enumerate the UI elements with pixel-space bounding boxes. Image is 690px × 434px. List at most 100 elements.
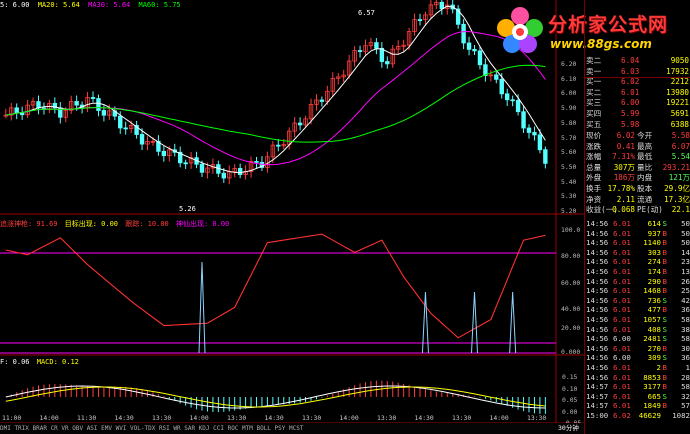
tick-row[interactable]: 14:56 6.01 8853 B 28 — [585, 373, 690, 382]
tick-price: 6.01 — [613, 372, 631, 382]
tick-time: 14:56 — [586, 315, 609, 324]
ind1-tick-label: 60.00 — [561, 279, 581, 287]
stat-label: 净资 — [586, 194, 602, 204]
tick-count: 30 — [681, 343, 690, 353]
candle-down — [74, 101, 79, 106]
order-book-row: 买二 6.01 13980 — [585, 88, 690, 99]
tick-direction: B — [662, 372, 667, 382]
tick-row[interactable]: 14:56 6.01 270 B 30 — [585, 344, 690, 353]
candle-down — [139, 134, 145, 145]
tick-price: 6.01 — [613, 286, 631, 296]
candle-down — [510, 99, 515, 102]
tick-row[interactable]: 14:56 6.01 2 B 1 — [585, 363, 690, 372]
order-level-label: 买三 — [586, 98, 602, 108]
tick-count: 36 — [681, 353, 690, 363]
ma60-line — [5, 64, 546, 143]
tick-direction: B — [662, 363, 667, 372]
kline-chart[interactable] — [0, 0, 584, 434]
candle-down — [183, 162, 188, 165]
tick-row[interactable]: 14:56 6.01 1468 B 25 — [585, 286, 690, 295]
order-book-row: 卖一 6.03 17932 — [585, 67, 690, 78]
tick-volume: 309 — [647, 353, 661, 363]
tick-row[interactable]: 14:56 6.01 477 B 36 — [585, 305, 690, 314]
low-annotation: 5.26 — [179, 205, 196, 213]
candle-down — [161, 150, 167, 157]
quote-panel: 卖二 6.04 9050 卖一 6.03 17932 买一 6.02 2212 买二 6.01 139… — [584, 0, 690, 434]
ma-header: 5: 6.00 MA20: 5.64 MA30: 5.64 MA60: 5.75 — [0, 1, 181, 9]
order-level-label: 买二 — [586, 87, 602, 97]
ind1-signal-spike — [421, 291, 429, 354]
stat-row: 总量 307万 量比 293.21 — [585, 163, 690, 174]
tick-volume: 665 — [647, 391, 661, 401]
price-tick-label: 6.20 — [561, 60, 577, 68]
tick-row[interactable]: 14:56 6.00 2481 S 58 — [585, 334, 690, 343]
stat-value: 0.068 — [612, 205, 635, 215]
tick-time: 14:56 — [586, 343, 609, 353]
indicator-tabs[interactable]: DMI TRIX BRAR CR VR OBV ASI EMV WVI VOL-… — [0, 425, 303, 432]
tick-volume: 2 — [656, 363, 661, 372]
stat-value: 7.31% — [612, 152, 635, 162]
ind1-tick-label: 100.0 — [561, 226, 581, 234]
macd-dea-line — [5, 386, 546, 408]
stat-row: 现价 6.02 今开 5.58 — [585, 131, 690, 142]
tick-volume: 2481 — [643, 334, 661, 344]
order-price: 6.04 — [621, 56, 640, 65]
tick-row[interactable]: 14:57 6.01 3177 B 58 — [585, 382, 690, 391]
tick-row[interactable]: 14:57 6.01 665 S 32 — [585, 392, 690, 401]
order-price: 6.03 — [621, 66, 640, 76]
tick-price: 6.01 — [613, 305, 631, 315]
tick-row[interactable]: 14:56 6.01 614 S 50 — [585, 219, 690, 228]
tick-row[interactable]: 14:56 6.01 1140 B 50 — [585, 238, 690, 247]
ind2-label-1: F: 0.06 — [0, 358, 30, 366]
tick-row[interactable]: 14:56 6.01 303 B 14 — [585, 248, 690, 257]
tick-count: 50 — [681, 238, 690, 248]
ind2-tick-label: 0.00 — [562, 407, 578, 416]
tick-price: 6.01 — [613, 363, 631, 372]
order-level-label: 买五 — [586, 119, 602, 129]
stat-label: 换手 — [586, 184, 602, 193]
ind1-signal-spike — [509, 291, 517, 354]
indicator-tabs-bar[interactable]: DMI TRIX BRAR CR VR OBV ASI EMV WVI VOL-… — [0, 423, 584, 434]
order-volume: 2212 — [670, 77, 689, 87]
tick-row[interactable]: 14:56 6.00 309 S 36 — [585, 353, 690, 362]
order-volume: 13980 — [666, 87, 689, 97]
tick-row[interactable]: 14:56 6.01 736 S 42 — [585, 296, 690, 305]
stat-value: 29.9亿 — [664, 184, 690, 193]
book-divider — [585, 77, 690, 78]
tick-row[interactable]: 15:00 6.02 46629 1082 — [585, 411, 690, 420]
tick-time: 14:56 — [586, 286, 609, 296]
tick-row[interactable]: 14:56 6.01 408 S 38 — [585, 325, 690, 334]
stat-label: 内盘 — [637, 173, 653, 183]
tick-time: 14:56 — [586, 353, 609, 363]
tick-price: 6.00 — [613, 353, 631, 363]
price-tick-label: 5.30 — [561, 192, 577, 201]
tick-row[interactable]: 14:56 6.01 937 B 50 — [585, 229, 690, 238]
tick-row[interactable]: 14:56 6.01 174 B 13 — [585, 267, 690, 276]
tick-time: 14:56 — [586, 228, 609, 238]
order-price: 6.00 — [621, 98, 640, 108]
order-book-row: 买四 5.99 5691 — [585, 109, 690, 120]
tick-count: 26 — [681, 276, 690, 286]
tick-row[interactable]: 14:57 6.01 1849 B 57 — [585, 401, 690, 410]
ind1-red-line — [5, 233, 546, 339]
tick-volume: 174 — [647, 267, 661, 276]
tick-direction: B — [662, 286, 667, 296]
tick-count: 32 — [681, 391, 690, 401]
period-label[interactable]: 30分钟 — [558, 423, 579, 434]
candle-down — [526, 127, 532, 133]
tick-row[interactable]: 14:56 6.01 290 B 26 — [585, 277, 690, 286]
tick-count: 38 — [681, 324, 690, 334]
tick-price: 6.01 — [613, 257, 631, 267]
tick-direction: S — [662, 219, 667, 228]
tick-volume: 1849 — [643, 401, 661, 411]
chart-area[interactable]: 5: 6.00 MA20: 5.64 MA30: 5.64 MA60: 5.75… — [0, 0, 584, 434]
tick-count: 58 — [681, 382, 690, 392]
tick-direction: B — [662, 276, 667, 286]
tick-count: 28 — [681, 372, 690, 382]
stat-value: 17.78% — [607, 184, 635, 193]
tick-row[interactable]: 14:56 6.01 1057 S 58 — [585, 315, 690, 324]
tick-row[interactable]: 14:56 6.01 274 B 23 — [585, 257, 690, 266]
stat-value: 307万 — [613, 162, 635, 172]
time-tick-label: 14:00 — [189, 414, 209, 422]
ind2-tick-label: 0.05 — [562, 396, 578, 404]
